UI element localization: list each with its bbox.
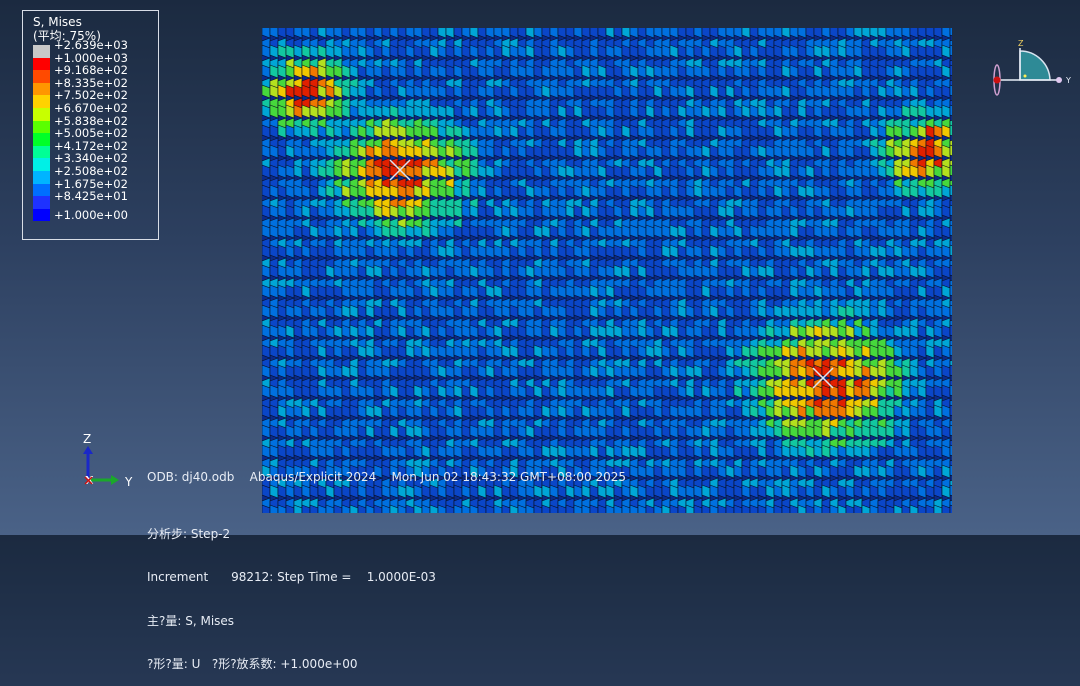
legend-swatch bbox=[33, 133, 50, 146]
axis-triad-icon: Z Y bbox=[993, 39, 1071, 96]
triad-y-label: Y bbox=[1065, 76, 1071, 85]
legend-value: +8.425e+01 bbox=[54, 189, 128, 204]
legend-value: +2.508e+02 bbox=[54, 163, 128, 178]
coordinate-triad-bottom-left: Z Y X bbox=[75, 428, 145, 493]
primary-variable-line: 主?量: S, Mises bbox=[147, 613, 235, 628]
increment-info-line: Increment 98212: Step Time = 1.0000E-03 bbox=[147, 570, 436, 584]
legend-swatch bbox=[33, 70, 50, 83]
legend-swatch bbox=[33, 82, 50, 96]
odb-info-line: ODB: dj40.odb Abaqus/Explicit 2024 Mon J… bbox=[147, 470, 627, 484]
legend-rows: +2.639e+03 +1.000e+03 +9.168e+02 +8.335e+02… bbox=[33, 39, 152, 222]
legend-swatch bbox=[33, 95, 50, 108]
mesh-element bbox=[949, 504, 952, 513]
legend-swatch bbox=[33, 45, 50, 58]
legend-swatch bbox=[33, 196, 50, 209]
legend-title: S, Mises bbox=[33, 15, 82, 29]
axis-z-label: Z bbox=[83, 432, 91, 446]
xyz-axis-icon: Z Y X bbox=[83, 432, 133, 489]
odb-info-block: ODB: dj40.odb Abaqus/Explicit 2024 Mon J… bbox=[147, 441, 626, 686]
legend-value: +1.000e+00 bbox=[54, 207, 128, 222]
legend-swatch bbox=[33, 158, 50, 171]
legend-value: +9.168e+02 bbox=[54, 63, 128, 78]
step-info-line: 分析步: Step-2 bbox=[147, 526, 231, 541]
legend-swatch bbox=[33, 208, 50, 222]
legend-entry: +8.425e+01 bbox=[33, 190, 152, 209]
deformed-variable-line: ?形?量: U ?形?放系数: +1.000e+00 bbox=[147, 657, 358, 671]
legend-swatch bbox=[33, 107, 50, 121]
axis-y-label: Y bbox=[124, 475, 133, 489]
legend-swatch bbox=[33, 57, 50, 71]
legend-swatch bbox=[33, 120, 50, 134]
legend-swatch bbox=[33, 183, 50, 197]
triad-z-label: Z bbox=[1018, 39, 1024, 48]
contour-legend: S, Mises (平均: 75%) +2.639e+03 +1.000e+03 +… bbox=[22, 10, 159, 240]
legend-value: +5.005e+02 bbox=[54, 126, 128, 141]
legend-swatch bbox=[33, 170, 50, 184]
legend-entry: +1.000e+00 bbox=[33, 209, 152, 222]
view-triad-top-right: Z Y bbox=[985, 36, 1075, 98]
legend-value: +2.639e+03 bbox=[54, 38, 128, 52]
legend-swatch bbox=[33, 145, 50, 159]
legend-value: +6.670e+02 bbox=[54, 100, 128, 115]
